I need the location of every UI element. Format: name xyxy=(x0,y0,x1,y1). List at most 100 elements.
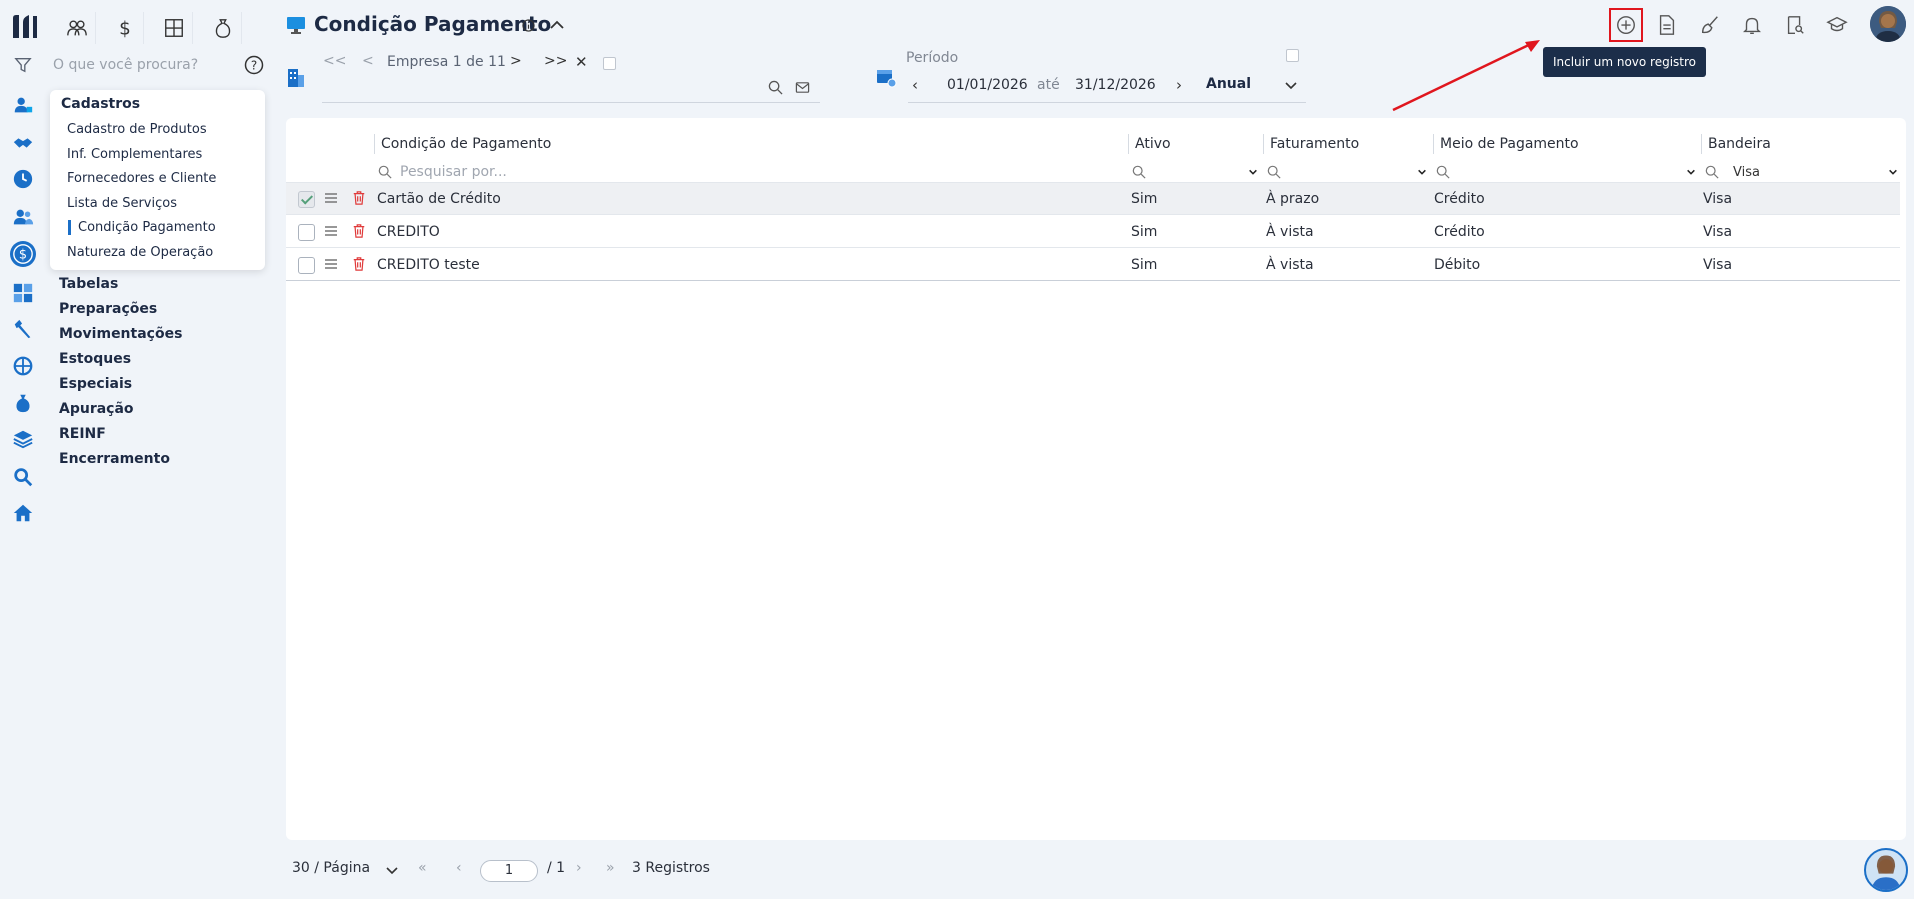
chevron-down-icon xyxy=(1687,169,1695,175)
prev-page-icon[interactable]: ‹ xyxy=(456,860,462,876)
bandeira-filter[interactable]: Visa xyxy=(1705,162,1898,182)
cell-bandeira: Visa xyxy=(1703,191,1733,207)
mail-icon[interactable] xyxy=(794,79,810,95)
nav-reinf[interactable]: REINF xyxy=(59,426,106,442)
drag-handle-icon[interactable] xyxy=(324,257,338,275)
chevron-down-icon[interactable] xyxy=(1283,77,1299,93)
network-icon[interactable] xyxy=(10,353,36,379)
name-filter[interactable]: Pesquisar por... xyxy=(378,162,1098,182)
document-icon[interactable] xyxy=(1652,10,1682,40)
period-checkbox[interactable] xyxy=(1286,49,1299,62)
search-icon[interactable] xyxy=(767,79,783,95)
faturamento-filter[interactable] xyxy=(1267,162,1427,182)
last-page-icon[interactable]: » xyxy=(606,860,615,876)
money-bag-icon[interactable] xyxy=(10,390,36,416)
clock-icon[interactable] xyxy=(10,166,36,192)
meio-filter[interactable] xyxy=(1436,162,1696,182)
company-checkbox[interactable] xyxy=(603,57,616,70)
period-end[interactable]: 31/12/2026 xyxy=(1075,77,1156,93)
user-register-icon[interactable] xyxy=(10,92,36,118)
calculator-icon[interactable] xyxy=(10,280,36,306)
row-checkbox[interactable] xyxy=(298,257,315,274)
table-row[interactable]: CREDITO Sim À vista Crédito Visa xyxy=(286,216,1900,248)
ativo-filter[interactable] xyxy=(1132,162,1258,182)
per-page-select[interactable]: 30 / Página xyxy=(292,860,370,876)
first-company-icon[interactable]: << xyxy=(323,53,346,69)
home-icon[interactable] xyxy=(10,500,36,526)
prev-period-icon[interactable]: ‹ xyxy=(912,76,918,94)
cell-name: CREDITO teste xyxy=(377,257,480,273)
logo[interactable] xyxy=(10,12,40,40)
cell-meio: Débito xyxy=(1434,257,1481,273)
nav-encerramento[interactable]: Encerramento xyxy=(59,451,170,467)
trash-icon[interactable] xyxy=(352,190,366,210)
layers-icon[interactable] xyxy=(10,426,36,452)
next-company-icon[interactable]: > xyxy=(510,53,522,69)
search-document-icon[interactable] xyxy=(1780,10,1810,40)
trash-icon[interactable] xyxy=(352,256,366,276)
tools-icon[interactable] xyxy=(10,316,36,342)
people-module-icon[interactable] xyxy=(58,12,96,44)
graduation-cap-icon[interactable] xyxy=(1822,10,1852,40)
trash-icon[interactable] xyxy=(352,223,366,243)
chevron-down-icon xyxy=(1889,169,1897,175)
users-icon[interactable] xyxy=(10,204,36,230)
chevron-up-icon[interactable] xyxy=(548,16,566,34)
next-page-icon[interactable]: › xyxy=(576,860,582,876)
assistant-avatar[interactable] xyxy=(1864,848,1908,892)
drag-handle-icon[interactable] xyxy=(324,191,338,209)
search-module-icon[interactable] xyxy=(10,464,36,490)
dollar-icon[interactable]: $ xyxy=(106,12,144,44)
menu-item-natureza-operacao[interactable]: Natureza de Operação xyxy=(67,245,213,260)
row-checkbox[interactable] xyxy=(298,224,315,241)
col-header-bandeira[interactable]: Bandeira xyxy=(1701,134,1771,154)
cell-bandeira: Visa xyxy=(1703,224,1733,240)
close-icon[interactable]: ✕ xyxy=(575,53,588,71)
page-input[interactable]: 1 xyxy=(480,860,538,882)
row-checkbox[interactable] xyxy=(298,191,315,208)
search-icon xyxy=(378,165,392,179)
chevron-down-icon[interactable] xyxy=(384,862,400,878)
table-row[interactable]: Cartão de Crédito Sim À prazo Crédito Vi… xyxy=(286,183,1900,215)
add-record-button[interactable] xyxy=(1609,8,1643,42)
nav-movimentacoes[interactable]: Movimentações xyxy=(59,326,182,342)
nav-tabelas[interactable]: Tabelas xyxy=(59,276,118,292)
filter-icon[interactable] xyxy=(14,56,32,74)
col-header-condicao[interactable]: Condição de Pagamento xyxy=(374,134,551,154)
prev-company-icon[interactable]: < xyxy=(362,53,374,69)
handshake-icon[interactable] xyxy=(10,130,36,156)
menu-title: Cadastros xyxy=(61,96,141,112)
drag-handle-icon[interactable] xyxy=(324,224,338,242)
menu-item-inf-complementares[interactable]: Inf. Complementares xyxy=(67,147,202,162)
help-icon[interactable]: ? xyxy=(244,55,264,75)
menu-item-lista-servicos[interactable]: Lista de Serviços xyxy=(67,196,177,211)
col-header-faturamento[interactable]: Faturamento xyxy=(1263,134,1359,154)
bell-icon[interactable] xyxy=(1737,10,1767,40)
nav-estoques[interactable]: Estoques xyxy=(59,351,131,367)
money-bag-outline-icon[interactable] xyxy=(204,12,242,44)
cell-ativo: Sim xyxy=(1131,191,1158,207)
next-period-icon[interactable]: › xyxy=(1176,76,1182,94)
col-header-meio[interactable]: Meio de Pagamento xyxy=(1433,134,1579,154)
first-page-icon[interactable]: « xyxy=(418,860,427,876)
period-start[interactable]: 01/01/2026 xyxy=(947,77,1028,93)
nav-preparacoes[interactable]: Preparações xyxy=(59,301,157,317)
menu-item-condicao-pagamento[interactable]: Condição Pagamento xyxy=(68,220,216,235)
info-icon[interactable] xyxy=(522,19,535,32)
building-icon xyxy=(286,66,306,88)
nav-especiais[interactable]: Especiais xyxy=(59,376,132,392)
period-mode-select[interactable]: Anual xyxy=(1206,76,1251,92)
last-company-icon[interactable]: >> xyxy=(544,53,567,69)
nav-apuracao[interactable]: Apuração xyxy=(59,401,134,417)
avatar[interactable] xyxy=(1870,6,1906,42)
search-placeholder[interactable]: O que você procura? xyxy=(53,57,198,73)
col-header-ativo[interactable]: Ativo xyxy=(1128,134,1171,154)
menu-item-fornecedores[interactable]: Fornecedores e Cliente xyxy=(67,171,216,186)
dollar-module-icon[interactable]: $ xyxy=(10,241,36,267)
broom-icon[interactable] xyxy=(1695,10,1725,40)
cell-name: Cartão de Crédito xyxy=(377,191,501,207)
grid-calc-icon[interactable] xyxy=(155,12,193,44)
menu-item-cadastro-produtos[interactable]: Cadastro de Produtos xyxy=(67,122,207,137)
table-row[interactable]: CREDITO teste Sim À vista Débito Visa xyxy=(286,249,1900,281)
cell-bandeira: Visa xyxy=(1703,257,1733,273)
